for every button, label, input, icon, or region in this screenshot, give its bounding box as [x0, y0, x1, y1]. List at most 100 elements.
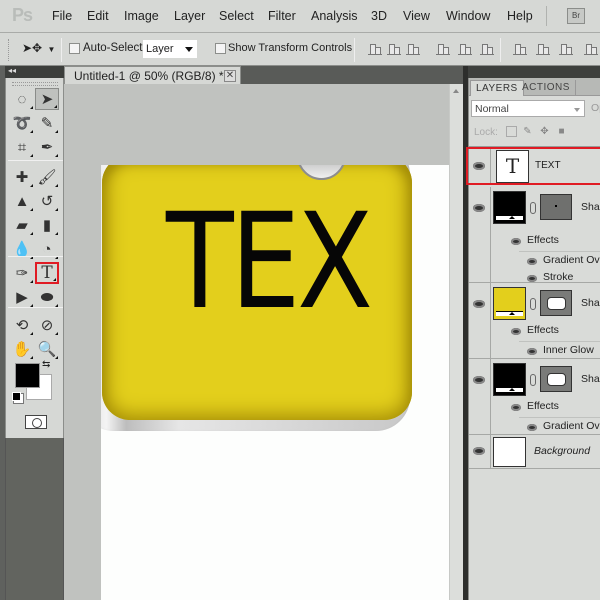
eye-icon[interactable]: [527, 275, 537, 282]
effect-row[interactable]: Gradient Ov: [519, 417, 600, 436]
gradient-tool[interactable]: ▮: [35, 214, 59, 236]
eye-icon[interactable]: [511, 238, 521, 245]
effects-row[interactable]: Effects: [491, 232, 600, 251]
align-horizontal-center-icon[interactable]: [458, 43, 472, 55]
eye-icon[interactable]: [473, 300, 485, 308]
menu-filter[interactable]: Filter: [268, 9, 296, 23]
auto-select-label: Auto-Select:: [83, 42, 146, 54]
eye-icon[interactable]: [527, 258, 537, 265]
distribute-bottom-icon[interactable]: [559, 43, 573, 55]
document-tab[interactable]: Untitled-1 @ 50% (RGB/8) * ✕: [64, 66, 241, 84]
auto-select-checkbox[interactable]: [69, 43, 80, 54]
crop-tool[interactable]: ⌗: [10, 136, 34, 158]
history-brush-tool[interactable]: ↺: [35, 190, 59, 212]
layer-row-text[interactable]: T TEXT: [466, 147, 600, 185]
effect-row[interactable]: Gradient Ov: [519, 251, 600, 270]
effects-row[interactable]: Effects: [491, 398, 600, 417]
link-icon[interactable]: [530, 374, 536, 386]
toolbox: ◌ ➤ ➰ ✎ ⌗ ✒ ✚ 🖌 ▲ ↺ ▰ ▮ 💧 ◔ ✑ T ▶ ⬬ ⟲ ⊘ ✋ 🔍 ⇆: [5, 78, 64, 438]
blend-mode-dropdown[interactable]: Normal: [471, 100, 585, 117]
layer-row-background[interactable]: Background: [469, 435, 600, 469]
align-left-icon[interactable]: [436, 43, 450, 55]
3d-orbit-tool[interactable]: ⊘: [35, 314, 59, 336]
align-bottom-icon[interactable]: [406, 43, 420, 55]
menu-file[interactable]: File: [52, 9, 72, 23]
menu-window[interactable]: Window: [446, 9, 490, 23]
vertical-scrollbar[interactable]: [449, 84, 463, 600]
move-tool[interactable]: ➤: [35, 88, 59, 110]
healing-brush-tool[interactable]: ✚: [10, 166, 34, 188]
eye-icon[interactable]: [527, 424, 537, 431]
pen-tool[interactable]: ✑: [10, 262, 34, 284]
menu-image[interactable]: Image: [124, 9, 159, 23]
close-icon[interactable]: ✕: [224, 70, 236, 82]
toolbox-grip[interactable]: [12, 82, 58, 86]
menu-help[interactable]: Help: [507, 9, 533, 23]
menu-3d[interactable]: 3D: [371, 9, 387, 23]
layer-row-shape[interactable]: Shap Effects Gradient Ov Stroke: [469, 187, 600, 283]
layer-row-shape[interactable]: Shap Effects Inner Glow: [469, 283, 600, 359]
menu-analysis[interactable]: Analysis: [311, 9, 358, 23]
eye-icon[interactable]: [473, 447, 485, 455]
link-icon[interactable]: [530, 202, 536, 214]
eraser-tool[interactable]: ▰: [10, 214, 34, 236]
link-icon[interactable]: [530, 298, 536, 310]
collapse-toolbox-icon[interactable]: ◂◂: [8, 66, 16, 75]
shape-layer-thumbnail: [493, 191, 526, 224]
menu-layer[interactable]: Layer: [174, 9, 205, 23]
3d-rotate-tool[interactable]: ⟲: [10, 314, 34, 336]
menu-view[interactable]: View: [403, 9, 430, 23]
clone-stamp-tool[interactable]: ▲: [10, 190, 34, 212]
align-right-icon[interactable]: [480, 43, 494, 55]
distribute-left-icon[interactable]: [584, 43, 598, 55]
lock-transparency-icon[interactable]: [506, 126, 517, 137]
eye-icon[interactable]: [511, 328, 521, 335]
show-transform-checkbox[interactable]: [215, 43, 226, 54]
hand-tool[interactable]: ✋: [10, 338, 34, 360]
distribute-vertical-center-icon[interactable]: [536, 43, 550, 55]
lock-image-icon[interactable]: ✎: [522, 126, 533, 137]
lock-all-icon[interactable]: ■: [556, 126, 567, 137]
zoom-tool[interactable]: 🔍: [35, 338, 59, 360]
options-bar-grip[interactable]: [8, 39, 11, 61]
bridge-button[interactable]: Br: [567, 8, 585, 24]
auto-select-dropdown[interactable]: Layer: [143, 40, 197, 58]
marquee-tool[interactable]: ◌: [10, 88, 34, 110]
quick-mask-button[interactable]: [25, 415, 47, 429]
panel-header[interactable]: [468, 66, 600, 78]
blend-mode-value: Normal: [475, 103, 509, 115]
swap-colors-icon[interactable]: ⇆: [42, 359, 50, 370]
tab-layers[interactable]: LAYERS: [470, 80, 524, 96]
toolbox-header[interactable]: ◂◂: [5, 66, 64, 78]
eye-icon[interactable]: [511, 404, 521, 411]
divider: [61, 38, 62, 62]
menu-select[interactable]: Select: [219, 9, 254, 23]
eyedropper-tool[interactable]: ✒: [35, 136, 59, 158]
eye-icon[interactable]: [473, 376, 485, 384]
foreground-color-swatch[interactable]: [15, 363, 40, 388]
distribute-top-icon[interactable]: [513, 43, 527, 55]
scroll-up-icon[interactable]: [453, 89, 459, 93]
tab-actions[interactable]: ACTIONS: [517, 80, 576, 96]
path-selection-tool[interactable]: ▶: [10, 286, 34, 308]
brush-tool[interactable]: 🖌: [35, 166, 59, 188]
eye-icon[interactable]: [527, 348, 537, 355]
menu-edit[interactable]: Edit: [87, 9, 109, 23]
document-canvas[interactable]: TEX: [101, 165, 449, 600]
eye-icon[interactable]: [473, 204, 485, 212]
zoom-icon: 🔍: [37, 341, 57, 358]
tool-preset-picker[interactable]: ➤✥ ▼: [22, 41, 55, 55]
align-vertical-center-icon[interactable]: [387, 43, 401, 55]
lock-position-icon[interactable]: ✥: [539, 126, 550, 137]
effect-row[interactable]: Inner Glow: [519, 341, 600, 360]
effects-label: Effects: [527, 400, 559, 412]
effects-row[interactable]: Effects: [491, 322, 600, 341]
default-colors-icon[interactable]: [12, 392, 21, 401]
lasso-tool[interactable]: ➰: [10, 112, 34, 134]
type-tool[interactable]: T: [35, 262, 59, 284]
ellipse-shape-tool[interactable]: ⬬: [35, 286, 59, 308]
quick-selection-tool[interactable]: ✎: [35, 112, 59, 134]
layer-row-shape[interactable]: Shap Effects Gradient Ov: [469, 359, 600, 435]
photoshop-logo: Ps: [12, 5, 33, 25]
align-top-icon[interactable]: [368, 43, 382, 55]
